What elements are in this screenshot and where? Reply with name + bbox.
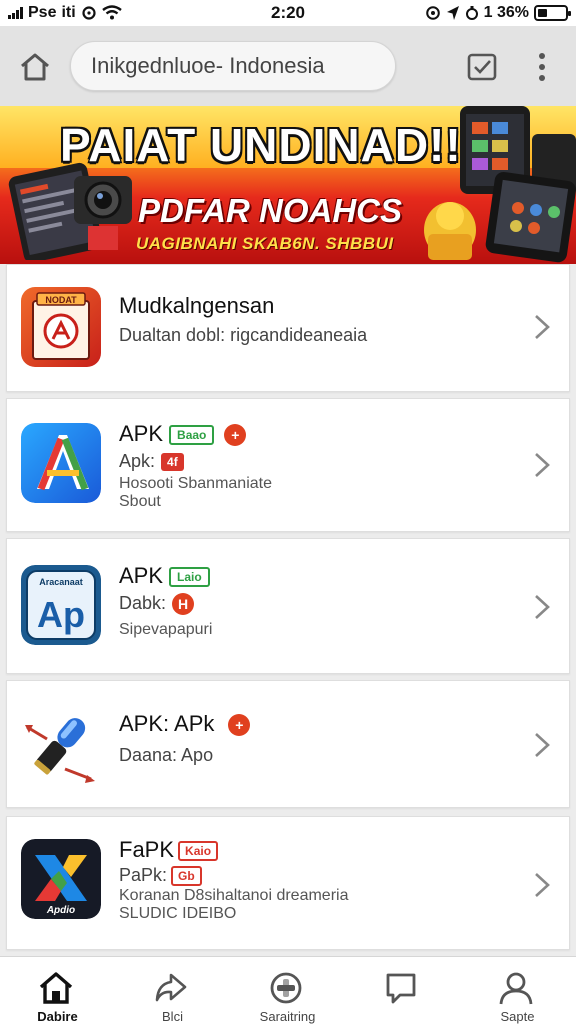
app-name: APK bbox=[119, 563, 164, 588]
banner-tagline: UAGIBNAHI SKAB6N. SHBBUI bbox=[136, 234, 394, 253]
chevron-right-icon[interactable] bbox=[533, 451, 551, 479]
icon-caption: Aracanaat bbox=[39, 577, 83, 587]
icon-caption: Apdio bbox=[46, 905, 75, 916]
x-app-icon: Apdio bbox=[21, 839, 101, 919]
list-item[interactable]: APK: APk + Daana: Apo bbox=[6, 680, 570, 808]
nav-label: Saraitring bbox=[259, 1009, 316, 1024]
app-description: Daana: Apo bbox=[119, 745, 214, 765]
app-name: APK: APk bbox=[119, 711, 215, 736]
browser-toolbar: Inikgedn​luoe- Indonesia bbox=[0, 26, 576, 106]
app-meta-badge: H bbox=[172, 593, 195, 616]
share-arrow-icon bbox=[155, 973, 187, 1002]
chevron-right-icon[interactable] bbox=[533, 593, 551, 621]
apk-ap-app-icon: Aracanaat Ap bbox=[21, 565, 101, 645]
banner-title: PAIAT UNDINAD!! bbox=[60, 119, 462, 171]
app-name-row: APK Laio bbox=[119, 563, 210, 589]
app-meta: Apk: bbox=[119, 451, 156, 471]
home-icon bbox=[39, 972, 73, 1004]
app-tag-badge: Baao bbox=[169, 425, 215, 446]
nav-item-profile[interactable]: Sapte bbox=[460, 957, 575, 1024]
address-bar[interactable]: Inikgedn​luoe- Indonesia bbox=[70, 41, 396, 91]
nav-item-settings[interactable]: Saraitring bbox=[230, 957, 345, 1024]
app-description: Hosooti Sbanmaniate bbox=[119, 475, 272, 492]
app-description: Koranan D8sihaltanoi dreameria bbox=[119, 887, 349, 904]
list-item[interactable]: Aracanaat Ap APK Laio Dabk: H Sipevapapuri bbox=[6, 538, 570, 674]
list-item[interactable]: NODAT Mudkalngensan Dualtan dobl: rigcan… bbox=[6, 264, 570, 392]
app-meta: PaPk: bbox=[119, 865, 168, 885]
bottom-navigation: Dabire Blci Saraitring Sapte bbox=[0, 956, 576, 1024]
nav-item-home[interactable]: Dabire bbox=[0, 957, 115, 1024]
app-tag-badge: Kaio bbox=[178, 841, 219, 862]
pdf-reader-app-icon: NODAT bbox=[21, 287, 101, 367]
app-meta-badge: Gb bbox=[171, 866, 202, 887]
app-meta: Dabk: bbox=[119, 593, 167, 613]
app-description-2: SLUDIC IDEIBO bbox=[119, 905, 237, 922]
battery-percent: 1 36% bbox=[483, 4, 529, 21]
nav-item-share[interactable]: Blci bbox=[115, 957, 230, 1024]
app-description: Dualtan dobl: rigcandideaneaia bbox=[119, 325, 368, 345]
battery-fill bbox=[538, 9, 547, 17]
app-name: FaPK bbox=[119, 837, 175, 862]
timer-icon bbox=[465, 6, 478, 20]
apk-a-app-icon bbox=[21, 423, 101, 503]
app-name-row: APK: APk + bbox=[119, 711, 251, 737]
location-arrow-icon bbox=[446, 6, 459, 20]
app-meta-row: Apk: 4f bbox=[119, 451, 184, 472]
chevron-right-icon[interactable] bbox=[533, 731, 551, 759]
nav-label: Sapte bbox=[500, 1009, 535, 1024]
status-right: 1 36% bbox=[425, 4, 571, 22]
chat-bubble-icon bbox=[386, 973, 416, 1004]
app-meta-row: PaPk: Gb bbox=[119, 865, 202, 887]
microphone-app-icon bbox=[21, 705, 101, 785]
icon-caption: NODAT bbox=[45, 295, 77, 305]
plus-badge-icon: + bbox=[228, 714, 251, 737]
url-text: Inikgedn​luoe- Indonesia bbox=[91, 53, 325, 78]
app-meta-row: Dabk: H bbox=[119, 593, 195, 616]
chevron-right-icon[interactable] bbox=[533, 313, 551, 341]
more-vertical-icon[interactable] bbox=[530, 50, 554, 84]
app-description: Sipevapapuri bbox=[119, 621, 213, 638]
list-item[interactable]: Apdio FaPK Kaio PaPk: Gb Koranan D8sihalta… bbox=[6, 816, 570, 950]
svg-text:Ap: Ap bbox=[37, 594, 85, 635]
checkbox-icon[interactable] bbox=[466, 52, 498, 82]
app-name-row: FaPK Kaio bbox=[119, 837, 219, 863]
app-name-row: APK Baao + bbox=[119, 421, 247, 447]
chevron-right-icon[interactable] bbox=[533, 871, 551, 899]
list-item[interactable]: APK Baao + Apk: 4f Hosooti Sbanmaniate Sbou… bbox=[6, 398, 570, 532]
alarm-icon bbox=[425, 6, 440, 20]
nav-label: Dabire bbox=[37, 1009, 78, 1024]
app-description-2: Sbout bbox=[119, 493, 161, 510]
user-icon bbox=[499, 972, 533, 1005]
status-bar: Pse iti 2:20 1 36% bbox=[0, 0, 576, 26]
settings-circle-icon bbox=[270, 972, 302, 1004]
promo-banner[interactable]: PAIAT UNDINAD!! PDFAR NOAHCS UAGIBNAHI S… bbox=[0, 106, 576, 264]
battery-icon bbox=[534, 5, 571, 21]
app-name: Mudkalngensan bbox=[119, 293, 275, 318]
banner-subtitle: PDFAR NOAHCS bbox=[138, 192, 403, 229]
nav-label: Blci bbox=[162, 1009, 183, 1024]
app-tag-badge: Laio bbox=[169, 567, 210, 588]
home-outline-icon[interactable] bbox=[18, 50, 52, 84]
plus-badge-icon: + bbox=[224, 424, 247, 447]
nav-item-chat[interactable] bbox=[345, 957, 460, 1024]
app-meta-badge: 4f bbox=[161, 453, 184, 472]
app-name: APK bbox=[119, 421, 164, 446]
